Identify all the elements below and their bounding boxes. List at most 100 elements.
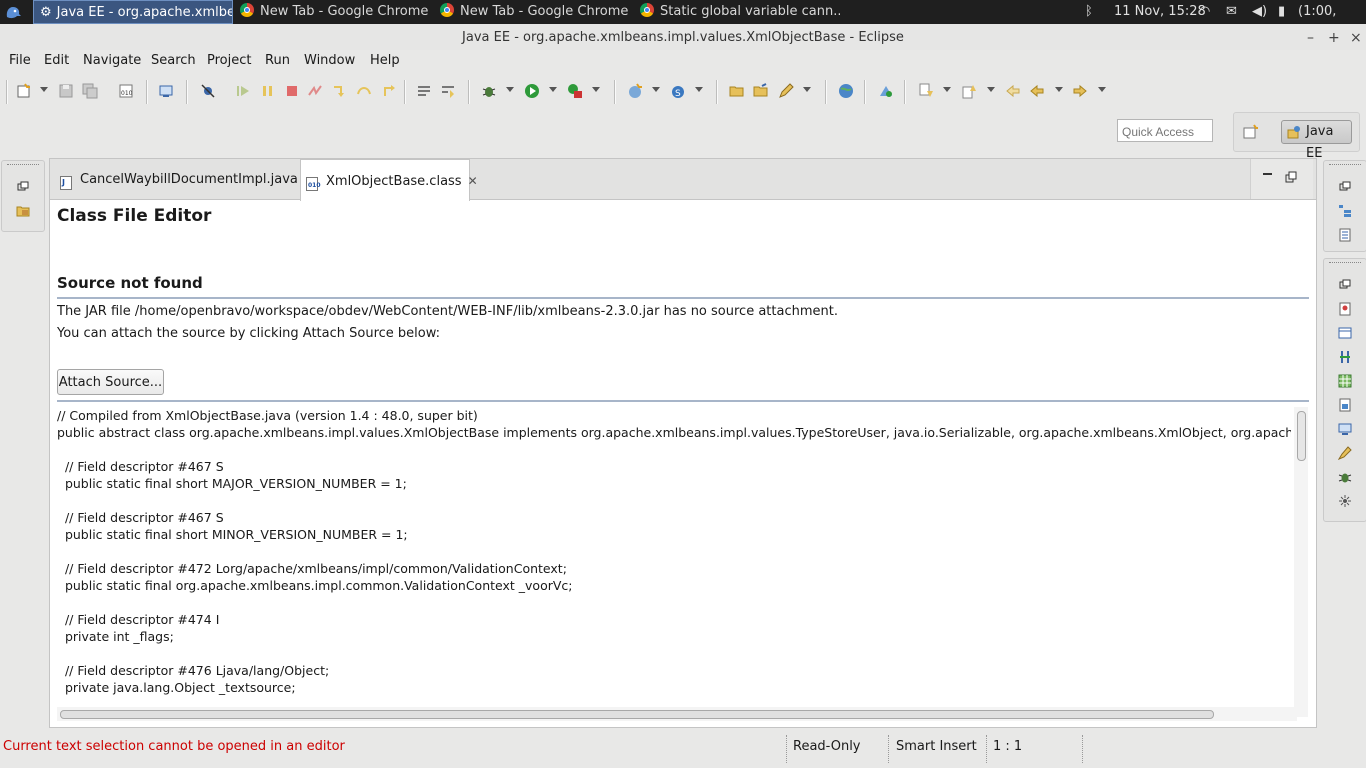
- debug-dropdown-icon[interactable]: [506, 87, 514, 92]
- window-titlebar: Java EE - org.apache.xmlbeans.impl.value…: [0, 24, 1366, 50]
- task-eclipse[interactable]: ⚙ Java EE - org.apache.xmlbe...: [33, 0, 233, 24]
- restore-icon[interactable]: [1338, 180, 1352, 194]
- new-web-service-icon[interactable]: S: [670, 83, 686, 99]
- debug-icon[interactable]: [1338, 470, 1352, 484]
- terminate-icon[interactable]: [284, 83, 300, 99]
- console-icon[interactable]: [1338, 422, 1352, 436]
- task-chrome-3[interactable]: Static global variable cann...: [640, 0, 840, 24]
- toolbar-separator: [186, 80, 188, 104]
- back-icon[interactable]: [1029, 83, 1045, 99]
- new-server-dropdown-icon[interactable]: [652, 87, 660, 92]
- open-folder-icon[interactable]: [729, 83, 745, 99]
- menu-window[interactable]: Window: [304, 50, 355, 72]
- vertical-scrollbar[interactable]: [1294, 407, 1308, 717]
- edit-dropdown-icon[interactable]: [803, 87, 811, 92]
- menu-edit[interactable]: Edit: [44, 50, 69, 72]
- step-into-icon[interactable]: [331, 83, 347, 99]
- vertical-scroll-thumb[interactable]: [1297, 411, 1306, 461]
- step-over-icon[interactable]: [356, 83, 372, 99]
- menu-run[interactable]: Run: [265, 50, 290, 72]
- quick-access-input[interactable]: [1117, 119, 1213, 142]
- web-browser-icon[interactable]: [838, 83, 854, 99]
- code-line: public abstract class org.apache.xmlbean…: [57, 425, 1291, 440]
- restore-icon[interactable]: [1338, 278, 1352, 292]
- volume-icon[interactable]: ◀): [1252, 0, 1267, 24]
- horizontal-scroll-thumb[interactable]: [60, 710, 1214, 719]
- save-all-icon[interactable]: [82, 83, 98, 99]
- suspend-icon[interactable]: [260, 83, 276, 99]
- previous-annotation-icon[interactable]: [961, 83, 977, 99]
- menu-project[interactable]: Project: [207, 50, 251, 72]
- battery-status[interactable]: (1:00, 29%): [1298, 0, 1366, 43]
- new-server-icon[interactable]: [627, 83, 643, 99]
- task-chrome-2[interactable]: New Tab - Google Chrome: [440, 0, 630, 24]
- servers-icon[interactable]: [1338, 350, 1352, 364]
- java-file-icon: J: [60, 176, 72, 190]
- run-icon[interactable]: [524, 83, 540, 99]
- previous-annotation-dropdown-icon[interactable]: [987, 87, 995, 92]
- new-icon[interactable]: [16, 83, 32, 99]
- next-annotation-icon[interactable]: [918, 83, 934, 99]
- clock[interactable]: 11 Nov, 15:28: [1114, 0, 1206, 24]
- task-chrome-1[interactable]: New Tab - Google Chrome: [240, 0, 430, 24]
- next-annotation-dropdown-icon[interactable]: [943, 87, 951, 92]
- outline-icon[interactable]: [1338, 204, 1352, 218]
- menu-file[interactable]: File: [9, 50, 31, 72]
- code-line: private int _flags;: [57, 629, 174, 644]
- external-tools-icon[interactable]: [567, 83, 583, 99]
- menu-help[interactable]: Help: [370, 50, 400, 72]
- code-line: public static final org.apache.xmlbeans.…: [57, 578, 573, 593]
- new-dropdown-icon[interactable]: [40, 87, 48, 92]
- mail-icon[interactable]: ✉: [1226, 0, 1237, 24]
- properties-icon[interactable]: [1338, 326, 1352, 340]
- search-icon[interactable]: [1338, 446, 1352, 460]
- tab-cancel-waybill[interactable]: J CancelWaybillDocumentImpl.java: [50, 159, 300, 200]
- decompiled-code[interactable]: // Compiled from XmlObjectBase.java (ver…: [57, 407, 1291, 707]
- close-tab-icon[interactable]: ✕: [468, 174, 478, 188]
- disconnect-icon[interactable]: [307, 83, 323, 99]
- tab-xmlobjectbase[interactable]: 010 XmlObjectBase.class ✕: [300, 159, 478, 201]
- run-dropdown-icon[interactable]: [549, 87, 557, 92]
- new-web-service-dropdown-icon[interactable]: [695, 87, 703, 92]
- perspective-java-ee-button[interactable]: Java EE: [1281, 120, 1352, 161]
- maximize-icon[interactable]: [1285, 171, 1297, 183]
- data-source-explorer-icon[interactable]: [1338, 374, 1352, 388]
- back-dropdown-icon[interactable]: [1055, 87, 1063, 92]
- task-list-icon[interactable]: [1338, 228, 1352, 242]
- use-step-filters-icon[interactable]: [416, 83, 432, 99]
- minimize-icon[interactable]: –: [1307, 24, 1314, 52]
- skip-breakpoints-icon[interactable]: [200, 83, 216, 99]
- save-icon[interactable]: [58, 83, 74, 99]
- close-icon[interactable]: ×: [1350, 24, 1362, 52]
- external-tools-dropdown-icon[interactable]: [592, 87, 600, 92]
- attach-source-button[interactable]: Attach Source...: [57, 369, 164, 395]
- os-logo-icon[interactable]: [3, 2, 23, 22]
- console-icon[interactable]: [158, 83, 174, 99]
- battery-icon[interactable]: ▮: [1278, 0, 1285, 24]
- open-type-icon[interactable]: 010: [118, 83, 134, 99]
- bluetooth-icon[interactable]: ᛒ: [1085, 0, 1093, 24]
- horizontal-scrollbar[interactable]: [57, 707, 1297, 721]
- menu-navigate[interactable]: Navigate: [83, 50, 141, 72]
- edit-pencil-icon[interactable]: [778, 83, 794, 99]
- minimize-icon[interactable]: [1263, 173, 1272, 175]
- restore-icon[interactable]: [16, 180, 30, 194]
- wifi-icon[interactable]: ◠: [1199, 0, 1210, 24]
- open-task-icon[interactable]: [753, 83, 769, 99]
- menu-search[interactable]: Search: [151, 50, 196, 72]
- last-edit-location-icon[interactable]: [1005, 83, 1021, 99]
- open-perspective-icon[interactable]: [1243, 124, 1259, 140]
- progress-icon[interactable]: [1338, 494, 1352, 508]
- forward-dropdown-icon[interactable]: [1098, 87, 1106, 92]
- drop-to-frame-icon[interactable]: [440, 83, 456, 99]
- run-last-tool-icon[interactable]: [878, 83, 894, 99]
- toolbar-separator: [825, 80, 827, 104]
- package-explorer-icon[interactable]: [16, 204, 30, 218]
- resume-icon[interactable]: [235, 83, 251, 99]
- markers-icon[interactable]: [1338, 302, 1352, 316]
- forward-icon[interactable]: [1072, 83, 1088, 99]
- debug-icon[interactable]: [481, 83, 497, 99]
- maximize-icon[interactable]: +: [1328, 24, 1340, 52]
- step-return-icon[interactable]: [381, 83, 397, 99]
- snippets-icon[interactable]: [1338, 398, 1352, 412]
